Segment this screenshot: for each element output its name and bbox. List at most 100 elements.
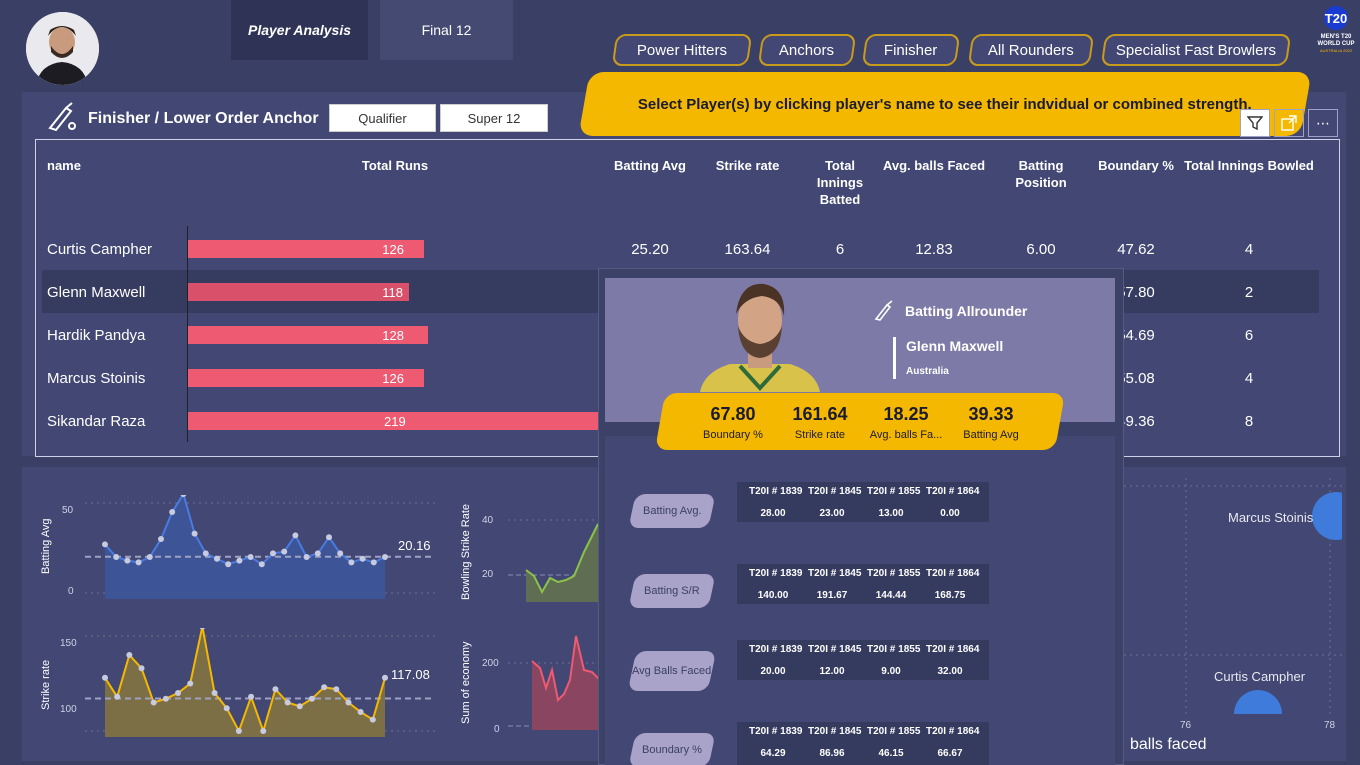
chart-point[interactable] xyxy=(314,550,321,557)
col-header-strike-rate[interactable]: Strike rate xyxy=(705,157,790,174)
match-value: 86.96 xyxy=(819,748,845,759)
chart-point[interactable] xyxy=(211,690,218,696)
scatter-point[interactable] xyxy=(1312,492,1342,540)
runs-bar[interactable]: 126 xyxy=(188,369,424,387)
chart-point[interactable] xyxy=(333,686,340,693)
chart-point[interactable] xyxy=(191,530,198,537)
chart-point[interactable] xyxy=(135,559,142,566)
col-header-total-runs[interactable]: Total Runs xyxy=(340,157,450,174)
chart-point[interactable] xyxy=(169,509,176,515)
row-name[interactable]: Hardik Pandya xyxy=(47,327,145,344)
tab-player-analysis[interactable]: Player Analysis xyxy=(231,0,368,60)
chart-point[interactable] xyxy=(214,555,220,562)
col-header-name[interactable]: name xyxy=(47,157,81,174)
nav-anchors-button[interactable]: Anchors xyxy=(757,34,857,66)
chart-point[interactable] xyxy=(357,709,364,715)
chart-point[interactable] xyxy=(359,555,366,562)
col-header-boundary[interactable]: Boundary % xyxy=(1095,157,1177,174)
svg-text:T20: T20 xyxy=(1325,11,1347,26)
chart-point[interactable] xyxy=(369,716,376,723)
col-header-avg-balls[interactable]: Avg. balls Faced xyxy=(880,157,988,174)
chart-point[interactable] xyxy=(138,665,145,672)
nav-finisher-button[interactable]: Finisher xyxy=(861,34,961,66)
chart-point[interactable] xyxy=(270,550,276,557)
chart-point[interactable] xyxy=(337,550,344,557)
svg-text:WORLD CUP: WORLD CUP xyxy=(1318,41,1355,47)
nav-all-rounders-button[interactable]: All Rounders xyxy=(967,34,1095,66)
runs-bar[interactable]: 126 xyxy=(188,240,424,258)
chart-point[interactable] xyxy=(248,693,255,700)
filter-icon[interactable] xyxy=(1240,109,1270,137)
chart-point[interactable] xyxy=(321,684,328,691)
focus-mode-icon[interactable] xyxy=(1274,109,1304,137)
chart-point[interactable] xyxy=(102,674,108,681)
chart-point[interactable] xyxy=(292,532,299,539)
chart-point[interactable] xyxy=(258,561,265,568)
chart-point[interactable] xyxy=(272,686,279,693)
row-name[interactable]: Glenn Maxwell xyxy=(47,284,145,301)
chart-point[interactable] xyxy=(225,561,232,568)
scatter-point[interactable] xyxy=(1234,690,1282,714)
chart-point[interactable] xyxy=(382,674,388,681)
bowling-sr-chart[interactable] xyxy=(508,510,600,605)
chart-point[interactable] xyxy=(247,554,254,560)
chart-point[interactable] xyxy=(102,541,108,548)
chart-point[interactable] xyxy=(114,693,121,700)
chart-point[interactable] xyxy=(370,559,377,566)
strike-rate-chart[interactable] xyxy=(85,628,435,743)
nav-power-hitters-button[interactable]: Power Hitters xyxy=(611,34,753,66)
economy-chart[interactable] xyxy=(508,630,600,740)
slicer-qualifier[interactable]: Qualifier xyxy=(329,104,436,132)
chart-point[interactable] xyxy=(162,695,169,702)
cricket-bat-icon xyxy=(873,300,895,327)
chart-point[interactable] xyxy=(382,554,388,560)
match-value: 32.00 xyxy=(937,666,963,677)
stat-value: 39.33 xyxy=(968,404,1014,424)
chart-point[interactable] xyxy=(223,705,230,712)
chart-point[interactable] xyxy=(150,699,157,706)
chart-point[interactable] xyxy=(303,554,310,560)
nav-fast-bowlers-button[interactable]: Specialist Fast Browlers xyxy=(1100,34,1292,66)
chart-point[interactable] xyxy=(236,557,243,564)
strike-rate-tick: 150 xyxy=(60,638,77,649)
metric-pill: Batting Avg. xyxy=(628,494,716,528)
chart-point[interactable] xyxy=(146,554,153,560)
chart-point[interactable] xyxy=(345,699,352,706)
runs-bar[interactable]: 128 xyxy=(188,326,428,344)
col-header-innings-batted[interactable]: Total Innings Batted xyxy=(808,157,872,208)
row-name[interactable]: Sikandar Raza xyxy=(47,413,145,430)
row-name[interactable]: Curtis Campher xyxy=(47,241,152,258)
chart-point[interactable] xyxy=(126,652,133,658)
chart-point[interactable] xyxy=(284,699,291,706)
slicer-super-12[interactable]: Super 12 xyxy=(440,104,548,132)
chart-point[interactable] xyxy=(281,548,288,555)
chart-point[interactable] xyxy=(113,554,120,560)
chart-point[interactable] xyxy=(202,550,209,557)
runs-bar[interactable]: 219 xyxy=(188,412,598,430)
col-header-batting-position[interactable]: Batting Position xyxy=(1005,157,1077,191)
chart-point[interactable] xyxy=(158,536,164,542)
col-header-batting-avg[interactable]: Batting Avg xyxy=(605,157,695,174)
match-value: 20.00 xyxy=(760,666,786,677)
chart-point[interactable] xyxy=(308,695,315,702)
match-header: T20I # 1839 xyxy=(749,644,803,655)
more-options-icon[interactable]: ⋯ xyxy=(1308,109,1338,137)
runs-bar-label: 219 xyxy=(384,414,406,429)
chart-point[interactable] xyxy=(175,690,182,696)
col-header-innings-bowled[interactable]: Total Innings Bowled xyxy=(1182,157,1316,174)
runs-bar[interactable]: 118 xyxy=(188,283,409,301)
chart-point[interactable] xyxy=(187,680,194,687)
chart-point[interactable] xyxy=(260,728,267,734)
cell-innings-bowled: 4 xyxy=(1244,370,1254,387)
chart-point[interactable] xyxy=(235,728,242,734)
chart-point[interactable] xyxy=(296,703,303,710)
batting-avg-chart[interactable] xyxy=(85,495,435,605)
chart-point[interactable] xyxy=(124,557,131,564)
chart-point[interactable] xyxy=(348,559,355,566)
row-name[interactable]: Marcus Stoinis xyxy=(47,370,145,387)
chart-point[interactable] xyxy=(199,628,205,630)
chart-point[interactable] xyxy=(326,534,332,541)
match-header: T20I # 1864 xyxy=(926,486,980,497)
tab-final-12[interactable]: Final 12 xyxy=(380,0,513,60)
cell-innings-bowled: 4 xyxy=(1244,241,1254,258)
